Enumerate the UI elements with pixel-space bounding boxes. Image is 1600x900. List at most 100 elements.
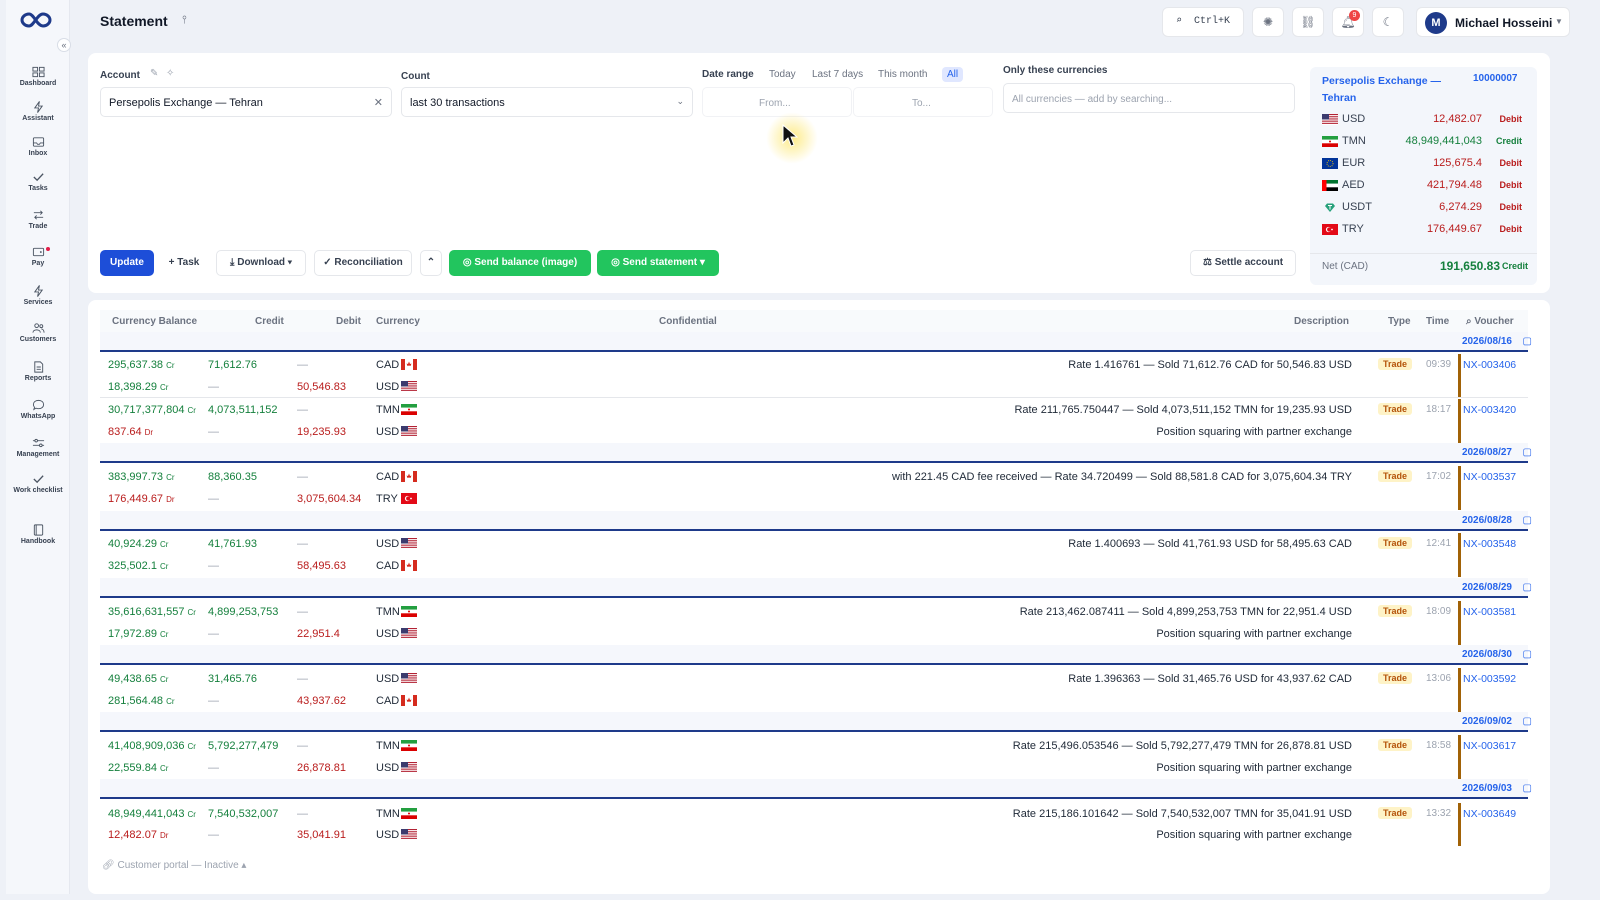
col-currency[interactable]: Currency bbox=[376, 316, 420, 327]
sidebar-item-management[interactable]: Management bbox=[6, 437, 70, 458]
date-chip-today[interactable]: Today bbox=[764, 67, 801, 82]
usd-flag-icon bbox=[401, 673, 417, 684]
date-from-input[interactable]: From... bbox=[702, 87, 852, 117]
table-row[interactable]: 22,559.84 Cr — 26,878.81 USD Position squarin… bbox=[100, 757, 1528, 779]
theme-toggle-button[interactable]: ☾ bbox=[1372, 7, 1404, 37]
account-field[interactable]: Persepolis Exchange — Tehran ✕ bbox=[100, 87, 392, 117]
edit-icon[interactable]: ✎ bbox=[150, 68, 158, 79]
balance-currency: USDT bbox=[1342, 201, 1372, 213]
add-task-button[interactable]: + Task bbox=[160, 250, 208, 276]
divider bbox=[1310, 253, 1537, 254]
collapse-sidebar-button[interactable]: « bbox=[57, 38, 71, 52]
table-row[interactable]: 40,924.29 Cr 41,761.93 — USD Rate 1.400693 — … bbox=[100, 533, 1528, 555]
sidebar-item-label: Management bbox=[16, 451, 60, 458]
col-voucher[interactable]: ⌕ Voucher bbox=[1466, 316, 1514, 327]
col-type[interactable]: Type bbox=[1388, 316, 1411, 327]
balance-value: 383,997.73 bbox=[108, 471, 164, 483]
user-menu[interactable]: M Michael Hosseini ▼ bbox=[1416, 7, 1570, 37]
table-row[interactable]: 41,408,909,036 Cr 5,792,277,479 — TMN Rate 21… bbox=[100, 735, 1528, 757]
col-currency-balance[interactable]: Currency Balance bbox=[112, 316, 197, 327]
settle-account-button[interactable]: ⚖ Settle account bbox=[1190, 250, 1296, 276]
date-group-header: 2026/08/29 ▢ bbox=[100, 578, 1532, 598]
table-row[interactable]: 30,717,377,804 Cr 4,073,511,152 — TMN Rate 21… bbox=[100, 399, 1528, 421]
sidebar-item-inbox[interactable]: Inbox bbox=[6, 136, 70, 157]
date-to-input[interactable]: To... bbox=[853, 87, 993, 117]
row-debit: 43,937.62 bbox=[297, 695, 346, 707]
table-row[interactable]: 383,997.73 Cr 88,360.35 — CAD with 221.45 CAD… bbox=[100, 466, 1528, 488]
balance-value: 40,924.29 bbox=[108, 538, 157, 550]
calendar-icon[interactable]: ▢ bbox=[1523, 582, 1532, 593]
table-row[interactable]: 837.64 Dr — 19,235.93 USD Position squaring w… bbox=[100, 421, 1528, 443]
voucher-link[interactable]: NX-003406 bbox=[1463, 359, 1516, 371]
search-button[interactable]: ⌕ Ctrl+K bbox=[1162, 7, 1244, 37]
sidebar-item-dashboard[interactable]: Dashboard bbox=[6, 66, 70, 87]
update-button[interactable]: Update bbox=[100, 250, 154, 276]
reconciliation-button[interactable]: ✓ Reconciliation bbox=[314, 250, 412, 276]
download-button[interactable]: ⤓ Download ▾ bbox=[216, 250, 306, 276]
currencies-input[interactable]: All currencies — add by searching... bbox=[1003, 83, 1295, 113]
link-button[interactable]: ⛓ bbox=[1292, 7, 1324, 37]
table-row[interactable]: 49,438.65 Cr 31,465.76 — USD Rate 1.396363 — … bbox=[100, 668, 1528, 690]
sidebar-item-pay[interactable]: Pay bbox=[6, 246, 70, 267]
table-row[interactable]: 281,564.48 Cr — 43,937.62 CAD bbox=[100, 690, 1528, 712]
table-row[interactable]: 35,616,631,557 Cr 4,899,253,753 — TMN Rate 21… bbox=[100, 601, 1528, 623]
send-statement-button[interactable]: ◎ Send statement ▾ bbox=[597, 250, 719, 276]
sidebar-item-trade[interactable]: Trade bbox=[6, 209, 70, 230]
col-credit[interactable]: Credit bbox=[255, 316, 284, 327]
customer-portal-status[interactable]: 🔗︎ Customer portal — Inactive ▴ bbox=[102, 860, 246, 871]
table-row[interactable]: 325,502.1 Cr — 58,495.63 CAD bbox=[100, 555, 1528, 577]
balance-card-title[interactable]: Persepolis Exchange — Tehran bbox=[1322, 73, 1442, 107]
collapse-up-button[interactable]: ⌃ bbox=[420, 250, 442, 276]
notifications-button[interactable]: 🔔︎ 9 bbox=[1332, 7, 1364, 37]
voucher-link[interactable]: NX-003617 bbox=[1463, 740, 1516, 752]
voucher-link[interactable]: NX-003649 bbox=[1463, 808, 1516, 820]
row-debit: — bbox=[297, 471, 308, 483]
sidebar-item-assistant[interactable]: Assistant bbox=[6, 101, 70, 122]
calendar-icon[interactable]: ▢ bbox=[1523, 649, 1532, 660]
infinity-logo-icon[interactable] bbox=[20, 10, 56, 30]
col-description[interactable]: Description bbox=[1294, 316, 1349, 327]
sidebar-item-services[interactable]: Services bbox=[6, 285, 70, 306]
bug-button[interactable]: ✺ bbox=[1252, 7, 1284, 37]
sidebar-item-work-checklist[interactable]: Work checklist bbox=[6, 473, 70, 494]
table-row[interactable]: 17,972.89 Cr — 22,951.4 USD Position squaring… bbox=[100, 623, 1528, 645]
sidebar-item-handbook[interactable]: Handbook bbox=[6, 524, 70, 545]
sidebar-item-whatsapp[interactable]: WhatsApp bbox=[6, 399, 70, 420]
col-debit[interactable]: Debit bbox=[336, 316, 361, 327]
row-currency: CAD bbox=[376, 359, 400, 371]
date-chip-last-7-days[interactable]: Last 7 days bbox=[807, 67, 868, 82]
send-balance-button[interactable]: ◎ Send balance (image) bbox=[449, 250, 591, 276]
table-row[interactable]: 176,449.67 Dr — 3,075,604.34 TRY bbox=[100, 488, 1528, 510]
sidebar-item-customers[interactable]: Customers bbox=[6, 322, 70, 343]
type-badge: Trade bbox=[1378, 403, 1413, 415]
calendar-icon[interactable]: ▢ bbox=[1523, 336, 1532, 347]
calendar-icon[interactable]: ▢ bbox=[1523, 716, 1532, 727]
table-row[interactable]: 295,637.38 Cr 71,612.76 — CAD Rate 1.416761 —… bbox=[100, 354, 1528, 376]
calendar-icon[interactable]: ▢ bbox=[1523, 783, 1532, 794]
table-row[interactable]: 48,949,441,043 Cr 7,540,532,007 — TMN Rate 21… bbox=[100, 803, 1528, 825]
col-time[interactable]: Time bbox=[1426, 316, 1449, 327]
voucher-link[interactable]: NX-003592 bbox=[1463, 673, 1516, 685]
date-group-header: 2026/09/02 ▢ bbox=[100, 712, 1532, 732]
calendar-icon[interactable]: ▢ bbox=[1523, 515, 1532, 526]
col-confidential[interactable]: Confidential bbox=[659, 316, 717, 327]
row-debit: 22,951.4 bbox=[297, 628, 340, 640]
sparkle-icon[interactable]: ✧ bbox=[166, 68, 174, 79]
table-row[interactable]: 18,398.29 Cr — 50,546.83 USD bbox=[100, 376, 1528, 398]
table-row[interactable]: 12,482.07 Dr — 35,041.91 USD Position squarin… bbox=[100, 824, 1528, 846]
balance-side: Cr bbox=[187, 406, 196, 415]
calendar-icon[interactable]: ▢ bbox=[1523, 447, 1532, 458]
date-chip-all[interactable]: All bbox=[942, 67, 964, 82]
sidebar-item-tasks[interactable]: Tasks bbox=[6, 171, 70, 192]
usdt-flag-icon bbox=[1322, 202, 1338, 213]
date-chip-this-month[interactable]: This month bbox=[873, 67, 932, 82]
voucher-divider bbox=[1458, 690, 1461, 712]
sidebar-item-reports[interactable]: Reports bbox=[6, 361, 70, 382]
count-select[interactable]: last 30 transactions ⌄ bbox=[401, 87, 693, 117]
pin-icon[interactable]: ⫯ bbox=[182, 14, 187, 27]
clear-icon[interactable]: ✕ bbox=[374, 96, 383, 109]
voucher-link[interactable]: NX-003548 bbox=[1463, 538, 1516, 550]
voucher-link[interactable]: NX-003537 bbox=[1463, 471, 1516, 483]
voucher-link[interactable]: NX-003581 bbox=[1463, 606, 1516, 618]
voucher-link[interactable]: NX-003420 bbox=[1463, 404, 1516, 416]
